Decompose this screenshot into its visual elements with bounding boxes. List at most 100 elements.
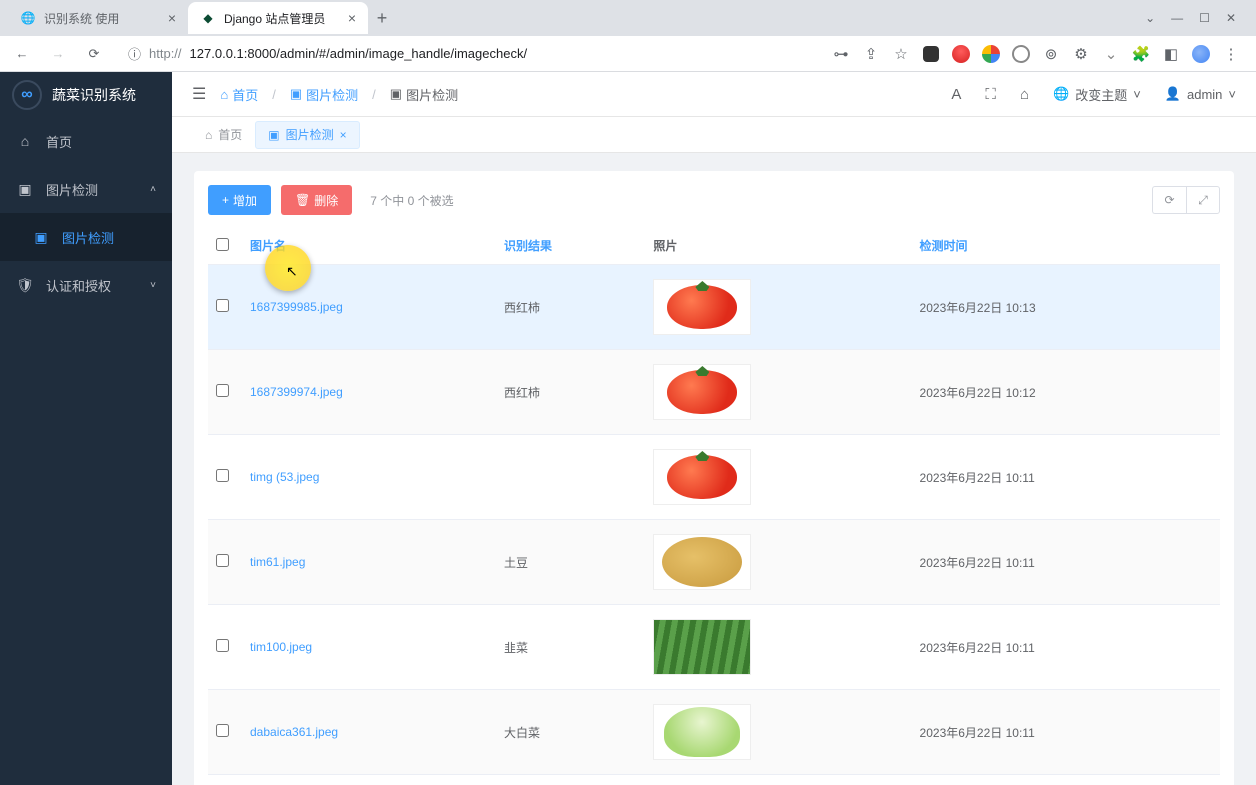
tab-home[interactable]: ⌂ 首页 [192,121,255,149]
extension-icon[interactable] [1012,45,1030,63]
info-icon[interactable]: ⓘ [128,44,141,63]
file-link[interactable]: 1687399985.jpeg [250,300,343,314]
new-tab-button[interactable]: + [368,4,396,32]
back-button[interactable]: ← [8,40,36,68]
row-checkbox[interactable] [216,554,229,567]
time-cell: 2023年6月22日 10:11 [912,520,1220,605]
font-icon[interactable]: A [951,86,961,103]
result-cell: 大白菜 [496,690,645,775]
theme-selector[interactable]: 🌐 改变主题 ˅ [1053,85,1141,104]
table-row: 1687399974.jpeg西红柿2023年6月22日 10:12 [208,350,1220,435]
logo: ∞ 蔬菜识别系统 [0,72,172,117]
url-prefix: http:// [149,46,182,61]
file-link[interactable]: tim61.jpeg [250,555,305,569]
camera-icon: ▣ [290,86,302,102]
share-icon[interactable]: ⇪ [862,45,880,63]
row-checkbox[interactable] [216,639,229,652]
expand-button[interactable]: ⤢ [1186,186,1220,214]
side-panel-icon[interactable]: ◧ [1162,45,1180,63]
select-all-checkbox[interactable] [216,238,229,251]
close-icon[interactable]: × [348,10,356,26]
file-link[interactable]: timg (53.jpeg [250,470,319,484]
file-link[interactable]: 1687399974.jpeg [250,385,343,399]
col-time[interactable]: 检测时间 [912,227,1220,265]
globe-icon: 🌐 [20,10,36,26]
user-icon: 👤 [1165,86,1181,102]
data-card: + 增加 🗑 删除 7 个中 0 个被选 ⟳ ⤢ [194,171,1234,785]
sidebar-item-image-check[interactable]: ▣ 图片检测 ˄ [0,165,172,213]
logo-icon: ∞ [12,80,42,110]
sidebar-item-auth[interactable]: 🛡 认证和授权 ˅ [0,261,172,309]
chevron-down-icon[interactable]: ⌄ [1145,11,1155,25]
delete-button[interactable]: 🗑 删除 [281,185,352,215]
tab-image-check[interactable]: ▣ 图片检测 × [255,121,359,149]
topbar-right: A ⛶ ⌂ 🌐 改变主题 ˅ 👤 admin ˅ [951,85,1236,104]
file-link[interactable]: tim100.jpeg [250,640,312,654]
address-bar: ← → ⟳ ⓘ http:// 127.0.0.1:8000/admin/#/ad… [0,36,1256,72]
tab-strip: 🌐 识别系统 使用 × ◆ Django 站点管理员 × + ⌄ — ☐ ✕ [0,0,1256,36]
close-window-icon[interactable]: ✕ [1226,11,1236,25]
add-button[interactable]: + 增加 [208,185,271,215]
breadcrumb-lvl2: ▣ 图片检测 [390,85,458,104]
breadcrumb-sep: / [272,87,276,102]
home-icon: ⌂ [205,128,212,142]
breadcrumb-lvl1[interactable]: ▣ 图片检测 [290,85,358,104]
extension-icon[interactable]: ⊚ [1042,45,1060,63]
home-icon: ⌂ [220,87,228,102]
row-checkbox[interactable] [216,469,229,482]
avatar-icon[interactable] [1192,45,1210,63]
extension-icon[interactable] [952,45,970,63]
key-icon[interactable]: ⊶ [832,45,850,63]
refresh-button[interactable]: ⟳ [1152,186,1186,214]
camera-icon: ▣ [16,181,34,198]
star-icon[interactable]: ☆ [892,45,910,63]
maximize-icon[interactable]: ☐ [1199,11,1210,25]
url-field[interactable]: ⓘ http:// 127.0.0.1:8000/admin/#/admin/im… [116,40,824,68]
django-icon: ◆ [200,10,216,26]
close-icon[interactable]: × [340,128,347,142]
extension-icon[interactable] [982,45,1000,63]
row-checkbox[interactable] [216,299,229,312]
file-link[interactable]: dabaica361.jpeg [250,725,338,739]
fullscreen-icon[interactable]: ⛶ [985,86,996,103]
extension-icon[interactable]: ⌄ [1102,45,1120,63]
chevron-down-icon: ˅ [150,280,156,291]
hamburger-icon[interactable]: ☰ [192,84,206,104]
row-checkbox[interactable] [216,724,229,737]
extensions-icon[interactable]: 🧩 [1132,45,1150,63]
breadcrumb-home[interactable]: ⌂ 首页 [220,85,258,104]
user-menu[interactable]: 👤 admin ˅ [1165,86,1236,102]
time-cell: 2023年6月22日 10:13 [912,265,1220,350]
sidebar-subitem-image-check[interactable]: ▣ 图片检测 [0,213,172,261]
reload-button[interactable]: ⟳ [80,40,108,68]
toolbar: + 增加 🗑 删除 7 个中 0 个被选 ⟳ ⤢ [208,185,1220,215]
thumbnail [653,619,751,675]
col-result[interactable]: 识别结果 [496,227,645,265]
sidebar-item-label: 认证和授权 [46,276,111,295]
app-title: 蔬菜识别系统 [52,85,136,105]
camera-icon: ▣ [268,128,279,142]
close-icon[interactable]: × [168,10,176,26]
table-row: dabaica361.jpeg大白菜2023年6月22日 10:11 [208,690,1220,775]
result-cell: 大白菜 [496,775,645,785]
table-row: tim61.jpeg土豆2023年6月22日 10:11 [208,520,1220,605]
page-tabs: ⌂ 首页 ▣ 图片检测 × [172,117,1256,153]
thumbnail [653,279,751,335]
table-row: timg (53.jpeg 2023年6月22日 10:11 [208,435,1220,520]
extension-icon[interactable] [922,45,940,63]
col-name[interactable]: 图片名 [242,227,496,265]
url-text: 127.0.0.1:8000/admin/#/admin/image_handl… [190,46,528,61]
thumbnail [653,449,751,505]
extension-icon[interactable]: ⚙ [1072,45,1090,63]
forward-button[interactable]: → [44,40,72,68]
browser-tab-active[interactable]: ◆ Django 站点管理员 × [188,2,368,34]
menu-icon[interactable]: ⋮ [1222,45,1240,63]
row-checkbox[interactable] [216,384,229,397]
time-cell: 2023年6月22日 10:11 [912,435,1220,520]
home-icon[interactable]: ⌂ [1020,86,1029,103]
minimize-icon[interactable]: — [1171,11,1183,25]
browser-tab[interactable]: 🌐 识别系统 使用 × [8,2,188,34]
sidebar-item-home[interactable]: ⌂ 首页 [0,117,172,165]
sidebar-item-label: 图片检测 [62,228,114,247]
shield-icon: 🛡 [16,277,34,294]
